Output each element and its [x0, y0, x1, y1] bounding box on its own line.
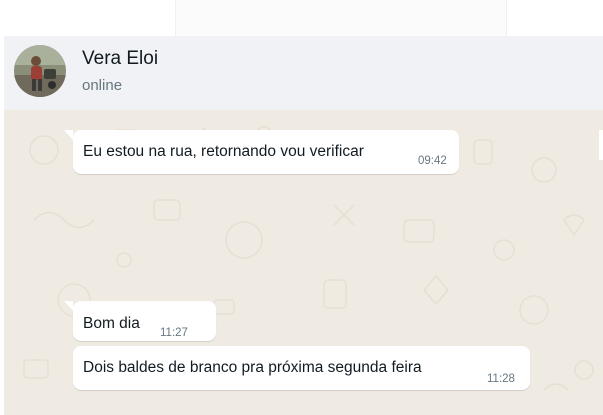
bubble-tail [64, 301, 73, 311]
message-text: Eu estou na rua, retornando vou verifica… [83, 143, 364, 160]
top-search-area [175, 0, 507, 36]
message-bubble[interactable]: Eu estou na rua, retornando vou verifica… [73, 130, 459, 174]
bubble-tail [64, 130, 73, 140]
message-time: 11:27 [160, 327, 188, 339]
contact-status: online [82, 77, 123, 94]
message-text: Bom dia [83, 315, 140, 332]
message-time: 09:42 [418, 155, 447, 167]
scrollbar-edge [599, 130, 603, 160]
message-bubble[interactable]: Dois baldes de branco pra próxima segund… [73, 346, 530, 390]
contact-photo-icon [14, 45, 66, 97]
window-top-strip [0, 0, 603, 36]
chat-area[interactable]: Eu estou na rua, retornando vou verifica… [4, 110, 603, 415]
contact-name[interactable]: Vera Eloi [82, 48, 158, 70]
message-bubble[interactable]: Bom dia 11:27 [73, 301, 216, 341]
message-text: Dois baldes de branco pra próxima segund… [83, 359, 422, 376]
chat-header[interactable]: Vera Eloi online [4, 36, 603, 110]
contact-avatar[interactable] [14, 45, 66, 97]
message-time: 11:28 [487, 373, 515, 385]
